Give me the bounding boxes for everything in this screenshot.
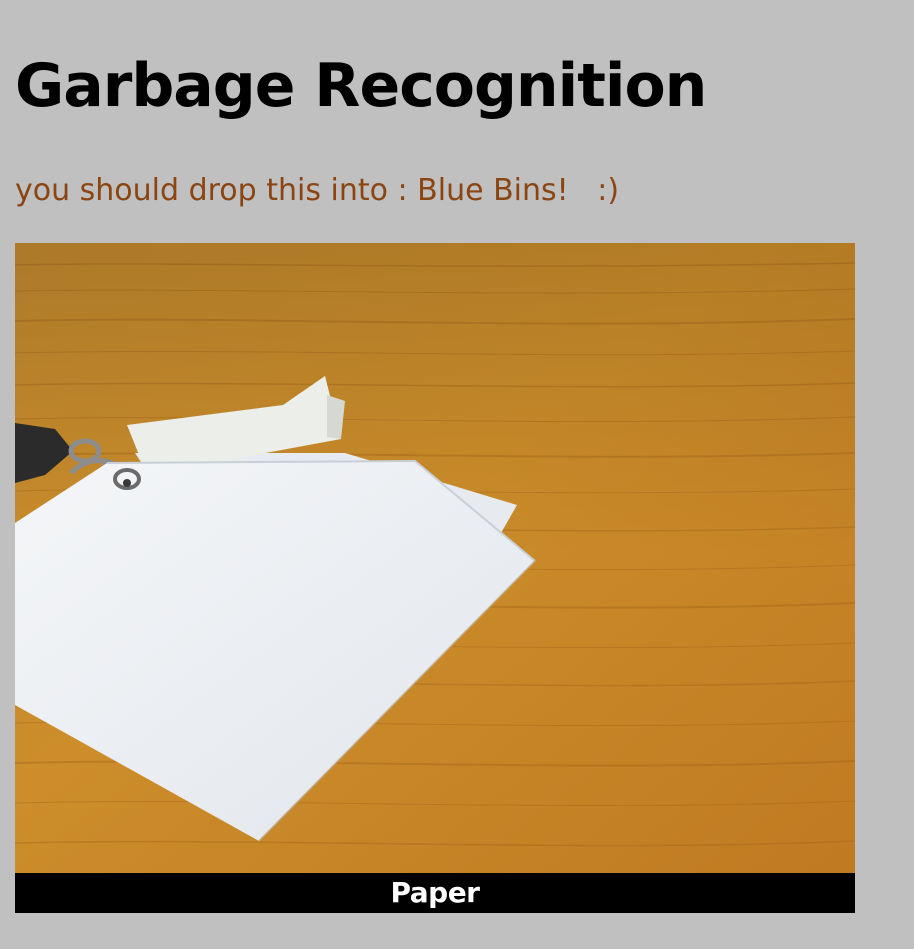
camera-image xyxy=(15,243,855,873)
prediction-label: Paper xyxy=(390,876,480,909)
bin-recommendation-text: you should drop this into : Blue Bins! :… xyxy=(15,173,620,208)
prediction-label-bar: Paper xyxy=(15,873,855,913)
camera-frame: Paper xyxy=(15,243,855,913)
page-title: Garbage Recognition xyxy=(15,51,707,121)
